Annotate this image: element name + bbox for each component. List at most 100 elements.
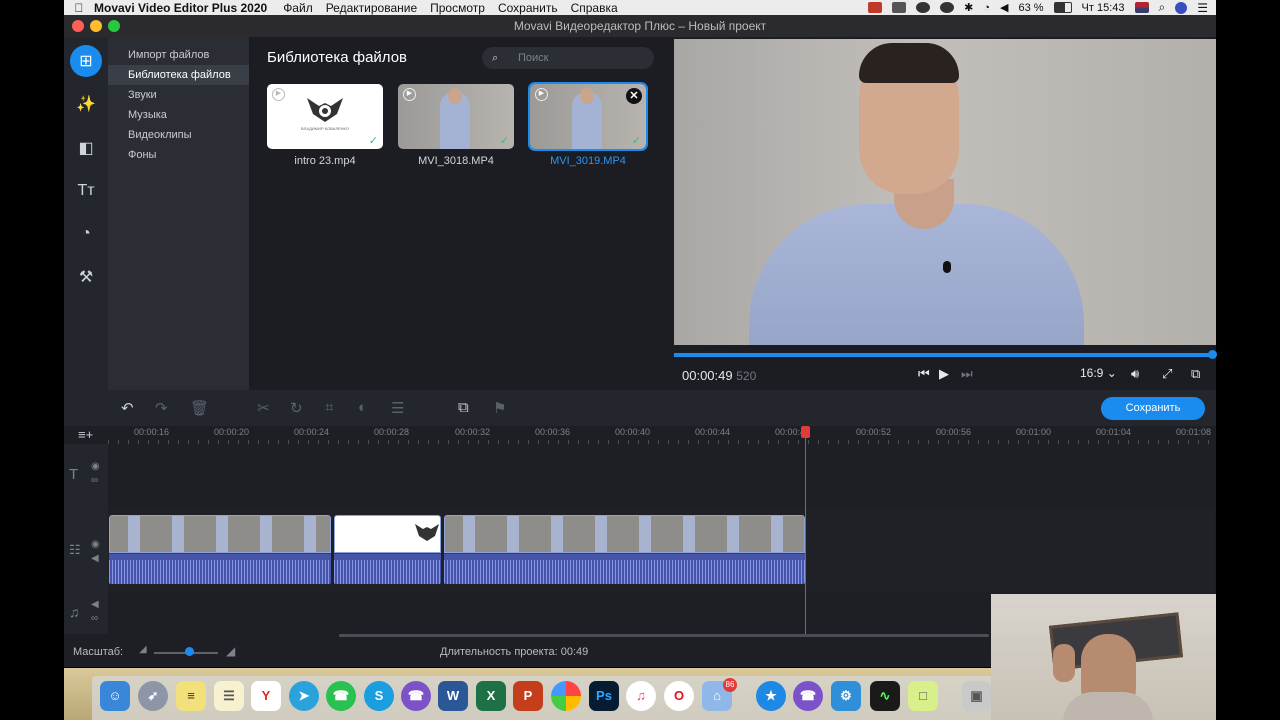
menu-app-name[interactable]: Movavi Video Editor Plus 2020 [94, 1, 267, 15]
battery-icon[interactable] [1053, 2, 1072, 13]
timeline-ruler[interactable]: ≡+ 00:00:16 00:00:20 00:00:24 00:00:28 0… [64, 426, 1216, 444]
viber-icon[interactable]: ☎ [401, 681, 431, 711]
safari-icon[interactable]: ★ [756, 681, 786, 711]
launchpad-icon[interactable]: ➶ [138, 681, 168, 711]
volume-icon[interactable]: 🔊︎ [1131, 366, 1139, 382]
crop-icon[interactable]: ⌗ [325, 399, 333, 416]
timeline-clip-intro[interactable] [334, 515, 441, 585]
file-name[interactable]: MVI_3019.MP4 [530, 155, 646, 167]
photoshop-icon[interactable]: Ps [589, 681, 619, 711]
spotlight-icon[interactable]: ⌕ [1159, 0, 1166, 15]
eye-icon[interactable]: ◉ [91, 539, 100, 550]
movavi-icon[interactable]: ⚙ [831, 681, 861, 711]
volume-icon[interactable]: ◀ [1000, 1, 1008, 14]
zoom-slider-knob[interactable] [185, 647, 195, 656]
save-button[interactable]: Сохранить [1101, 397, 1205, 420]
itunes-icon[interactable]: ♫ [626, 681, 656, 711]
clip-properties-icon[interactable]: ☰ [391, 399, 404, 417]
zoom-window-button[interactable] [108, 20, 120, 32]
excel-icon[interactable]: X [476, 681, 506, 711]
finder-icon[interactable]: ☺ [100, 681, 130, 711]
menu-edit[interactable]: Редактирование [326, 1, 417, 15]
overlay-icon[interactable]: ⧉ [458, 399, 469, 416]
apple-icon[interactable]:  [64, 1, 94, 15]
fullscreen-icon[interactable]: ⤢ [1162, 366, 1172, 382]
siri-icon[interactable] [1175, 1, 1188, 14]
transitions-icon[interactable]: ◧ [70, 132, 102, 164]
play-button-icon[interactable]: ▶ [939, 366, 949, 382]
category-videoclips[interactable]: Видеоклипы [108, 125, 249, 145]
activity-monitor-icon[interactable]: ∿ [870, 681, 900, 711]
title-track[interactable] [108, 444, 1214, 509]
link-icon[interactable]: ∞ [91, 613, 98, 624]
file-thumb-intro[interactable]: ▶ ВЛАДИМИР КОВАЛЕНКО ✓ [267, 84, 383, 149]
category-library[interactable]: Библиотека файлов [108, 65, 249, 85]
import-icon[interactable]: ⊞ [70, 45, 102, 77]
yandex-icon[interactable]: Y [251, 681, 281, 711]
stickers-icon[interactable]: ◔ [70, 218, 102, 250]
playhead[interactable] [805, 426, 806, 634]
record-icon[interactable] [868, 2, 883, 13]
track-volume-icon[interactable]: ◀ [91, 553, 99, 564]
word-icon[interactable]: W [438, 681, 468, 711]
status-app-icon[interactable] [916, 2, 931, 13]
search-input[interactable]: ⌕ Поиск [482, 47, 654, 69]
notes-icon[interactable]: ☰ [214, 681, 244, 711]
stickies-icon[interactable]: ≡ [176, 681, 206, 711]
popout-icon[interactable]: ⧉ [1191, 366, 1200, 382]
photos-icon[interactable] [551, 681, 581, 711]
zoom-in-icon[interactable]: ◢ [226, 644, 235, 658]
flag-icon[interactable] [1134, 2, 1149, 13]
file-name[interactable]: intro 23.mp4 [267, 155, 383, 167]
file-thumb-3018[interactable]: ▶ ✓ [398, 84, 514, 149]
rotate-icon[interactable]: ↻ [290, 399, 303, 417]
skype-icon[interactable]: S [364, 681, 394, 711]
skip-forward-icon[interactable]: ⏭ [961, 366, 973, 382]
preview-progress-bar[interactable] [674, 350, 1217, 359]
viber-icon-2[interactable]: ☎ [793, 681, 823, 711]
link-icon[interactable]: ∞ [91, 475, 98, 486]
remove-file-icon[interactable]: ✕ [626, 88, 642, 104]
eye-icon[interactable]: ◉ [91, 461, 100, 472]
screen-icon[interactable] [892, 2, 907, 13]
marker-icon[interactable]: ⚑ [493, 399, 506, 417]
zoom-out-icon[interactable]: ◢ [139, 644, 147, 655]
delete-icon[interactable]: 🗑︎ [190, 399, 209, 417]
undo-icon[interactable]: ↶ [121, 399, 134, 417]
redo-icon[interactable]: ↷ [155, 399, 168, 417]
skip-back-icon[interactable]: ⏮ [918, 366, 930, 382]
timeline-clip-2[interactable] [444, 515, 805, 585]
play-icon[interactable]: ▶ [535, 88, 548, 101]
tools-icon[interactable]: ⚒ [70, 261, 102, 293]
cut-icon[interactable]: ✂ [257, 399, 270, 417]
preview-frame[interactable] [674, 39, 1216, 345]
telegram-icon[interactable]: ➤ [289, 681, 319, 711]
wifi-icon[interactable]: ◔ [983, 2, 990, 14]
category-sounds[interactable]: Звуки [108, 85, 249, 105]
timeline-clip-1[interactable] [109, 515, 331, 585]
track-volume-icon[interactable]: ◀ [91, 599, 99, 610]
notification-center-icon[interactable]: ☰ [1197, 1, 1208, 15]
screenshot-icon[interactable]: ▣ [962, 681, 991, 711]
play-icon[interactable]: ▶ [272, 88, 285, 101]
notes-2-icon[interactable]: □ [908, 681, 938, 711]
color-adjust-icon[interactable]: ◐ [358, 399, 367, 416]
menu-view[interactable]: Просмотр [430, 1, 485, 15]
bluetooth-icon[interactable]: ✱ [964, 1, 973, 14]
whatsapp-icon[interactable]: ☎ [326, 681, 356, 711]
creative-cloud-icon[interactable] [940, 2, 955, 13]
category-backgrounds[interactable]: Фоны [108, 145, 249, 165]
aspect-ratio-select[interactable]: 16:9 ⌄ [1080, 366, 1117, 380]
menu-save[interactable]: Сохранить [498, 1, 558, 15]
minimize-window-button[interactable] [90, 20, 102, 32]
progress-knob[interactable] [1208, 350, 1217, 359]
add-track-icon[interactable]: ≡+ [78, 427, 93, 442]
file-name[interactable]: MVI_3018.MP4 [398, 155, 514, 167]
clock[interactable]: Чт 15:43 [1082, 2, 1125, 14]
file-thumb-3019[interactable]: ▶ ✕ ✓ [528, 82, 648, 151]
opera-icon[interactable]: O [664, 681, 694, 711]
menu-file[interactable]: Файл [283, 1, 313, 15]
category-import[interactable]: Импорт файлов [108, 45, 249, 65]
category-music[interactable]: Музыка [108, 105, 249, 125]
play-icon[interactable]: ▶ [403, 88, 416, 101]
